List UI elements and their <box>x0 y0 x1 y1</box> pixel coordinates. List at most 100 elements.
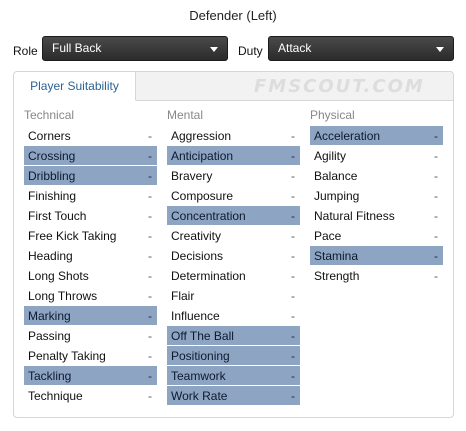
duty-label: Duty <box>238 44 263 58</box>
attribute-row[interactable]: Long Shots - <box>24 266 157 286</box>
attribute-label: Creativity <box>171 229 222 243</box>
attribute-row[interactable]: Concentration - <box>167 206 300 226</box>
attribute-value: - <box>148 369 152 383</box>
attribute-row[interactable]: Teamwork - <box>167 366 300 386</box>
attribute-row[interactable]: Passing - <box>24 326 157 346</box>
attribute-row[interactable]: Corners - <box>24 126 157 146</box>
attribute-list: Corners - Crossing - Dribbling - Finishing - Fir… <box>24 126 157 406</box>
attribute-row[interactable]: Creativity - <box>167 226 300 246</box>
attribute-label: Tackling <box>28 369 72 383</box>
attribute-label: Free Kick Taking <box>28 229 117 243</box>
attribute-row[interactable]: Balance - <box>310 166 443 186</box>
attribute-value: - <box>291 349 295 363</box>
attribute-value: - <box>291 249 295 263</box>
attribute-label: Work Rate <box>171 389 228 403</box>
attribute-list: Aggression - Anticipation - Bravery - Composur… <box>167 126 300 406</box>
tab-player-suitability[interactable]: Player Suitability <box>14 72 136 101</box>
attribute-label: Composure <box>171 189 234 203</box>
attribute-row[interactable]: Flair - <box>167 286 300 306</box>
attribute-row[interactable]: First Touch - <box>24 206 157 226</box>
attribute-row[interactable]: Positioning - <box>167 346 300 366</box>
attribute-value: - <box>291 329 295 343</box>
attribute-row[interactable]: Long Throws - <box>24 286 157 306</box>
attribute-label: Strength <box>314 269 360 283</box>
attribute-row[interactable]: Tackling - <box>24 366 157 386</box>
attribute-row[interactable]: Dribbling - <box>24 166 157 186</box>
attribute-label: Long Shots <box>28 269 89 283</box>
attribute-value: - <box>148 209 152 223</box>
duty-select[interactable]: Attack <box>268 36 454 61</box>
attribute-row[interactable]: Composure - <box>167 186 300 206</box>
attribute-row[interactable]: Agility - <box>310 146 443 166</box>
attribute-label: Penalty Taking <box>28 349 106 363</box>
attribute-value: - <box>434 269 438 283</box>
tab-bar: Player Suitability FMSCOUT.COM <box>14 72 453 101</box>
attribute-row[interactable]: Influence - <box>167 306 300 326</box>
attribute-value: - <box>148 169 152 183</box>
attribute-row[interactable]: Work Rate - <box>167 386 300 406</box>
attribute-row[interactable]: Strength - <box>310 266 443 286</box>
column-heading: Mental <box>167 108 204 122</box>
attribute-label: Balance <box>314 169 358 183</box>
attribute-label: Jumping <box>314 189 360 203</box>
attribute-value: - <box>148 189 152 203</box>
attribute-row[interactable]: Off The Ball - <box>167 326 300 346</box>
attribute-value: - <box>148 289 152 303</box>
attribute-label: Concentration <box>171 209 246 223</box>
attribute-label: Stamina <box>314 249 359 263</box>
attribute-value: - <box>291 209 295 223</box>
attribute-row[interactable]: Bravery - <box>167 166 300 186</box>
attribute-row[interactable]: Heading - <box>24 246 157 266</box>
attribute-value: - <box>434 249 438 263</box>
attribute-value: - <box>434 129 438 143</box>
column-physical: Physical Acceleration - Agility - Balance - Ju… <box>310 106 443 286</box>
attribute-label: Positioning <box>171 349 230 363</box>
attribute-row[interactable]: Anticipation - <box>167 146 300 166</box>
attribute-row[interactable]: Crossing - <box>24 146 157 166</box>
attribute-value: - <box>148 249 152 263</box>
attribute-label: Flair <box>171 289 195 303</box>
attribute-label: Agility <box>314 149 347 163</box>
attribute-value: - <box>434 209 438 223</box>
attribute-row[interactable]: Finishing - <box>24 186 157 206</box>
attribute-row[interactable]: Natural Fitness - <box>310 206 443 226</box>
attribute-value: - <box>291 369 295 383</box>
attribute-label: Influence <box>171 309 220 323</box>
attribute-row[interactable]: Stamina - <box>310 246 443 266</box>
attribute-row[interactable]: Decisions - <box>167 246 300 266</box>
column-heading: Technical <box>24 108 75 122</box>
attribute-value: - <box>434 169 438 183</box>
attribute-label: Corners <box>28 129 71 143</box>
attribute-value: - <box>291 229 295 243</box>
attribute-value: - <box>148 389 152 403</box>
attribute-value: - <box>148 349 152 363</box>
role-select[interactable]: Full Back <box>42 36 228 61</box>
attribute-value: - <box>434 189 438 203</box>
page-title: Defender (Left) <box>189 8 277 23</box>
attribute-value: - <box>148 129 152 143</box>
attribute-label: Teamwork <box>171 369 226 383</box>
attribute-row[interactable]: Jumping - <box>310 186 443 206</box>
attribute-row[interactable]: Pace - <box>310 226 443 246</box>
attribute-value: - <box>291 149 295 163</box>
attribute-row[interactable]: Marking - <box>24 306 157 326</box>
attribute-value: - <box>148 269 152 283</box>
attribute-value: - <box>148 149 152 163</box>
attribute-row[interactable]: Technique - <box>24 386 157 406</box>
attribute-row[interactable]: Penalty Taking - <box>24 346 157 366</box>
attribute-label: Decisions <box>171 249 224 263</box>
attribute-label: Technique <box>28 389 83 403</box>
attribute-row[interactable]: Free Kick Taking - <box>24 226 157 246</box>
attribute-value: - <box>291 309 295 323</box>
attribute-row[interactable]: Aggression - <box>167 126 300 146</box>
attribute-value: - <box>291 169 295 183</box>
watermark: FMSCOUT.COM <box>254 76 425 97</box>
attribute-row[interactable]: Determination - <box>167 266 300 286</box>
attribute-label: Dribbling <box>28 169 76 183</box>
attribute-row[interactable]: Acceleration - <box>310 126 443 146</box>
chevron-down-icon <box>436 47 444 52</box>
attribute-label: Passing <box>28 329 71 343</box>
attribute-value: - <box>291 189 295 203</box>
attribute-label: Finishing <box>28 189 77 203</box>
role-label: Role <box>13 44 38 58</box>
